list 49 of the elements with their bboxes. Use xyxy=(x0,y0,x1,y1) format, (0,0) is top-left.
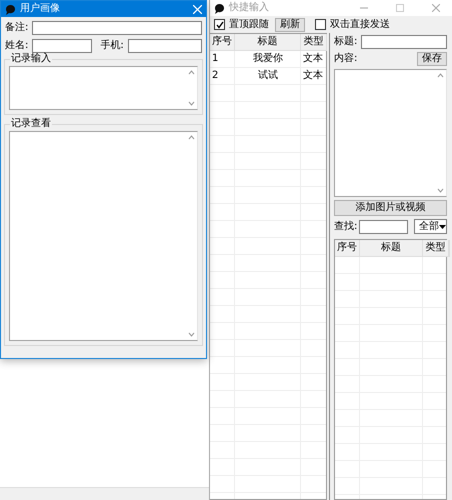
checkbox[interactable] xyxy=(214,19,225,30)
column-header[interactable]: 序号 xyxy=(335,240,360,257)
column-header[interactable]: 类型 xyxy=(301,34,327,51)
text-area[interactable] xyxy=(334,69,447,197)
input-field[interactable] xyxy=(361,35,447,49)
input-field[interactable] xyxy=(32,39,92,53)
maximize-icon[interactable] xyxy=(396,4,404,12)
add-media-button[interactable]: 添加图片或视频 xyxy=(334,200,447,216)
field-label: 手机: xyxy=(100,40,124,52)
checkbox-label: 双击直接发送 xyxy=(330,18,390,30)
field-label: 备注: xyxy=(5,22,28,34)
scroll-up-icon[interactable] xyxy=(188,70,195,75)
table-cell-text: 文本 xyxy=(302,68,324,83)
window-title: 快捷输入 xyxy=(229,2,270,14)
dropdown-arrow-icon xyxy=(439,224,446,228)
scroll-down-icon[interactable] xyxy=(188,332,195,337)
window-title: 用户画像 xyxy=(20,3,61,15)
table-cell-text: 文本 xyxy=(302,52,324,66)
filter-value: 全部 xyxy=(419,220,439,232)
group-title: 记录查看 xyxy=(10,118,52,130)
table-cell-text: 试试 xyxy=(257,68,279,83)
checkbox-label: 置顶跟随 xyxy=(229,18,269,30)
table-cell-text: 2 xyxy=(211,69,220,83)
search-field[interactable] xyxy=(359,220,408,234)
column-header[interactable]: 类型 xyxy=(423,240,449,257)
checkbox[interactable] xyxy=(315,19,326,30)
app-icon xyxy=(5,4,16,14)
refresh-button[interactable]: 刷新 xyxy=(275,18,305,32)
table-cell-text: 1 xyxy=(211,52,220,66)
column-header[interactable]: 标题 xyxy=(235,34,301,51)
input-field[interactable] xyxy=(128,39,202,53)
filter-dropdown[interactable]: 全部 xyxy=(414,219,447,234)
close-icon[interactable] xyxy=(432,4,440,12)
field-label: 查找: xyxy=(334,220,358,232)
column-header[interactable]: 序号 xyxy=(210,34,235,51)
app-icon xyxy=(214,2,225,14)
save-button[interactable]: 保存 xyxy=(417,52,447,66)
table-cell-text: 我爱你 xyxy=(252,52,284,66)
field-label: 内容: xyxy=(334,53,358,65)
scroll-down-icon[interactable] xyxy=(437,188,444,193)
scroll-up-icon[interactable] xyxy=(188,135,195,140)
scroll-down-icon[interactable] xyxy=(188,101,195,106)
scroll-up-icon[interactable] xyxy=(437,73,444,78)
text-area[interactable] xyxy=(9,66,198,110)
field-label: 标题: xyxy=(334,36,358,48)
column-header[interactable]: 标题 xyxy=(360,240,423,257)
input-field[interactable] xyxy=(32,21,202,35)
field-label: 姓名: xyxy=(5,40,28,52)
group-title: 记录输入 xyxy=(10,53,52,65)
